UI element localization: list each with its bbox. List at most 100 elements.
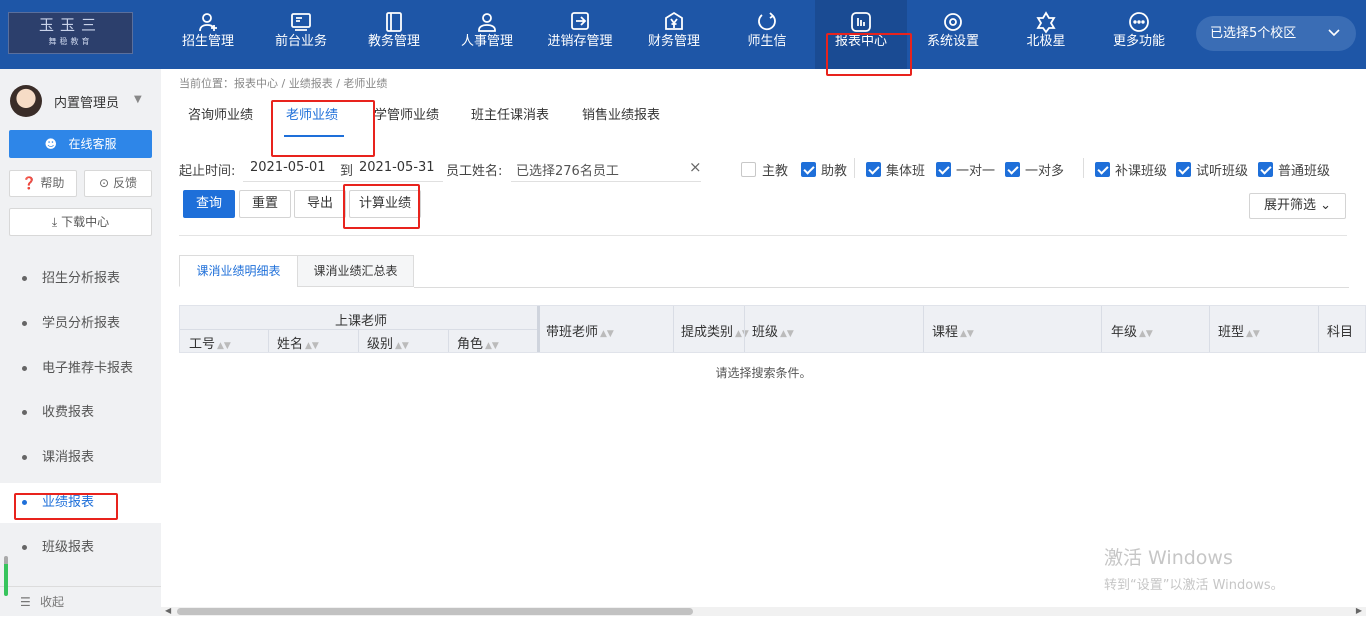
collapse-icon: ☰: [20, 595, 31, 609]
help-button[interactable]: ❓ 帮助: [9, 170, 77, 197]
checkbox-group-class[interactable]: [866, 162, 881, 177]
divider: [414, 287, 1349, 288]
header-divider: [744, 306, 745, 352]
column-header-role[interactable]: 角色 ▲▼: [457, 333, 499, 352]
sort-icon[interactable]: ▲▼: [395, 341, 409, 351]
column-group-teacher: 上课老师: [335, 314, 388, 329]
column-header-class-type[interactable]: 班型 ▲▼: [1218, 321, 1260, 340]
campus-selector[interactable]: 已选择5个校区: [1196, 16, 1356, 51]
sort-icon[interactable]: ▲▼: [600, 329, 614, 339]
column-header-class[interactable]: 班级 ▲▼: [752, 321, 794, 340]
sort-icon[interactable]: ▲▼: [735, 329, 749, 339]
bullet: [22, 545, 27, 550]
expand-filter-button[interactable]: 展开筛选 ⌄: [1249, 193, 1346, 219]
checkbox-regular-class[interactable]: [1258, 162, 1273, 177]
start-date-input[interactable]: 2021-05-01: [250, 160, 326, 175]
checkbox-trial-class[interactable]: [1176, 162, 1191, 177]
scroll-right-icon[interactable]: ▶: [1356, 606, 1362, 615]
checkbox-one-on-one[interactable]: [936, 162, 951, 177]
top-nav-bar: 玉玉三 舞稳教育 招生管理 前台业务 教务管理 人事管理 进销存管理 财务管理 师…: [0, 0, 1366, 69]
checkbox-main-teacher[interactable]: [741, 162, 756, 177]
column-header-course[interactable]: 课程 ▲▼: [932, 321, 974, 340]
staff-name-label: 员工姓名:: [446, 164, 503, 179]
scroll-left-icon[interactable]: ◀: [165, 606, 171, 615]
sort-icon[interactable]: ▲▼: [485, 341, 499, 351]
feedback-button[interactable]: ⊙ 反馈: [84, 170, 152, 197]
sidebar-item-performance-report[interactable]: 业绩报表: [0, 483, 161, 523]
column-header-level[interactable]: 级别 ▲▼: [367, 333, 409, 352]
export-button[interactable]: 导出: [294, 190, 346, 218]
checkbox-label: 一对多: [1025, 164, 1065, 179]
headset-icon: ☻: [44, 137, 58, 151]
sidebar-item-student-report[interactable]: 学员分析报表: [0, 304, 161, 344]
collapse-sidebar-button[interactable]: ☰ 收起: [0, 586, 161, 616]
sidebar: 内置管理员 ▼ ☻ 在线客服 ❓ 帮助 ⊙ 反馈 ⤓ 下载中心 招生分析报表 学…: [0, 69, 161, 616]
person-icon: [449, 0, 525, 34]
clear-icon[interactable]: ×: [689, 158, 702, 176]
user-name: 内置管理员: [54, 96, 120, 111]
tab-headteacher-consumption[interactable]: 班主任课消表: [471, 93, 549, 135]
checkbox-assistant[interactable]: [801, 162, 816, 177]
nav-academic[interactable]: 教务管理: [356, 0, 432, 69]
column-header-commission-type[interactable]: 提成类别 ▲▼: [681, 321, 749, 340]
online-service-button[interactable]: ☻ 在线客服: [9, 130, 152, 158]
end-date-input[interactable]: 2021-05-31: [359, 160, 435, 175]
checkbox-label: 一对一: [956, 164, 996, 179]
tab-manager-performance[interactable]: 学管师业绩: [374, 93, 439, 135]
checkbox-one-to-many[interactable]: [1005, 162, 1020, 177]
download-center-button[interactable]: ⤓ 下载中心: [9, 208, 152, 236]
checkbox-makeup-class[interactable]: [1095, 162, 1110, 177]
nav-front-desk[interactable]: 前台业务: [263, 0, 339, 69]
header-divider: [358, 329, 359, 352]
tab-sales-performance[interactable]: 销售业绩报表: [582, 93, 660, 135]
nav-finance[interactable]: 财务管理: [636, 0, 712, 69]
reset-button[interactable]: 重置: [239, 190, 291, 218]
caret-down-icon: ▼: [134, 94, 142, 105]
sort-icon[interactable]: ▲▼: [217, 341, 231, 351]
tab-consultant-performance[interactable]: 咨询师业绩: [188, 93, 253, 135]
main-content: 当前位置：报表中心 / 业绩报表 / 老师业绩 咨询师业绩 老师业绩 学管师业绩…: [161, 69, 1366, 616]
nav-inventory[interactable]: 进销存管理: [538, 0, 622, 69]
nav-more[interactable]: 更多功能: [1101, 0, 1177, 69]
horizontal-scrollbar[interactable]: ◀ ▶: [161, 606, 1366, 616]
scrollbar-thumb[interactable]: [177, 608, 693, 615]
column-header-class-teacher[interactable]: 带班老师 ▲▼: [546, 321, 614, 340]
tab-consumption-summary[interactable]: 课消业绩汇总表: [297, 255, 414, 287]
sort-icon[interactable]: ▲▼: [1246, 329, 1260, 339]
tab-teacher-performance[interactable]: 老师业绩: [286, 93, 338, 135]
breadcrumb: 当前位置：报表中心 / 业绩报表 / 老师业绩: [179, 77, 388, 90]
yen-icon: [636, 0, 712, 34]
query-button[interactable]: 查询: [183, 190, 235, 218]
sidebar-item-class-report[interactable]: 班级报表: [0, 528, 161, 568]
nav-hr[interactable]: 人事管理: [449, 0, 525, 69]
nav-messages[interactable]: 师生信: [729, 0, 805, 69]
sidebar-item-consumption-report[interactable]: 课消报表: [0, 438, 161, 478]
nav-report-center[interactable]: 报表中心: [815, 0, 907, 69]
chevron-down-icon: [1328, 16, 1340, 51]
sidebar-item-enrollment-report[interactable]: 招生分析报表: [0, 259, 161, 299]
staff-underline: [511, 181, 701, 182]
tab-consumption-detail[interactable]: 课消业绩明细表: [179, 255, 298, 287]
column-header-name[interactable]: 姓名 ▲▼: [277, 333, 319, 352]
sort-icon[interactable]: ▲▼: [780, 329, 794, 339]
staff-select-input[interactable]: 已选择276名员工: [516, 160, 619, 179]
sort-icon[interactable]: ▲▼: [305, 341, 319, 351]
sort-icon[interactable]: ▲▼: [960, 329, 974, 339]
column-header-employee-id[interactable]: 工号 ▲▼: [189, 333, 231, 352]
calculate-performance-button[interactable]: 计算业绩: [349, 190, 421, 218]
divider: [854, 158, 855, 178]
bullet: [22, 410, 27, 415]
download-icon: ⤓: [51, 215, 58, 229]
column-resize-handle[interactable]: [537, 306, 540, 352]
column-header-grade[interactable]: 年级 ▲▼: [1111, 321, 1153, 340]
nav-settings[interactable]: 系统设置: [915, 0, 991, 69]
question-icon: ❓: [21, 176, 37, 190]
sidebar-item-referral-report[interactable]: 电子推荐卡报表: [0, 349, 161, 389]
sidebar-item-fee-report[interactable]: 收费报表: [0, 393, 161, 433]
nav-polaris[interactable]: 北极星: [1008, 0, 1084, 69]
divider: [1083, 158, 1084, 178]
nav-enrollment[interactable]: 招生管理: [170, 0, 246, 69]
sort-icon[interactable]: ▲▼: [1139, 329, 1153, 339]
column-header-subject[interactable]: 科目: [1327, 321, 1353, 340]
avatar: [10, 85, 42, 117]
